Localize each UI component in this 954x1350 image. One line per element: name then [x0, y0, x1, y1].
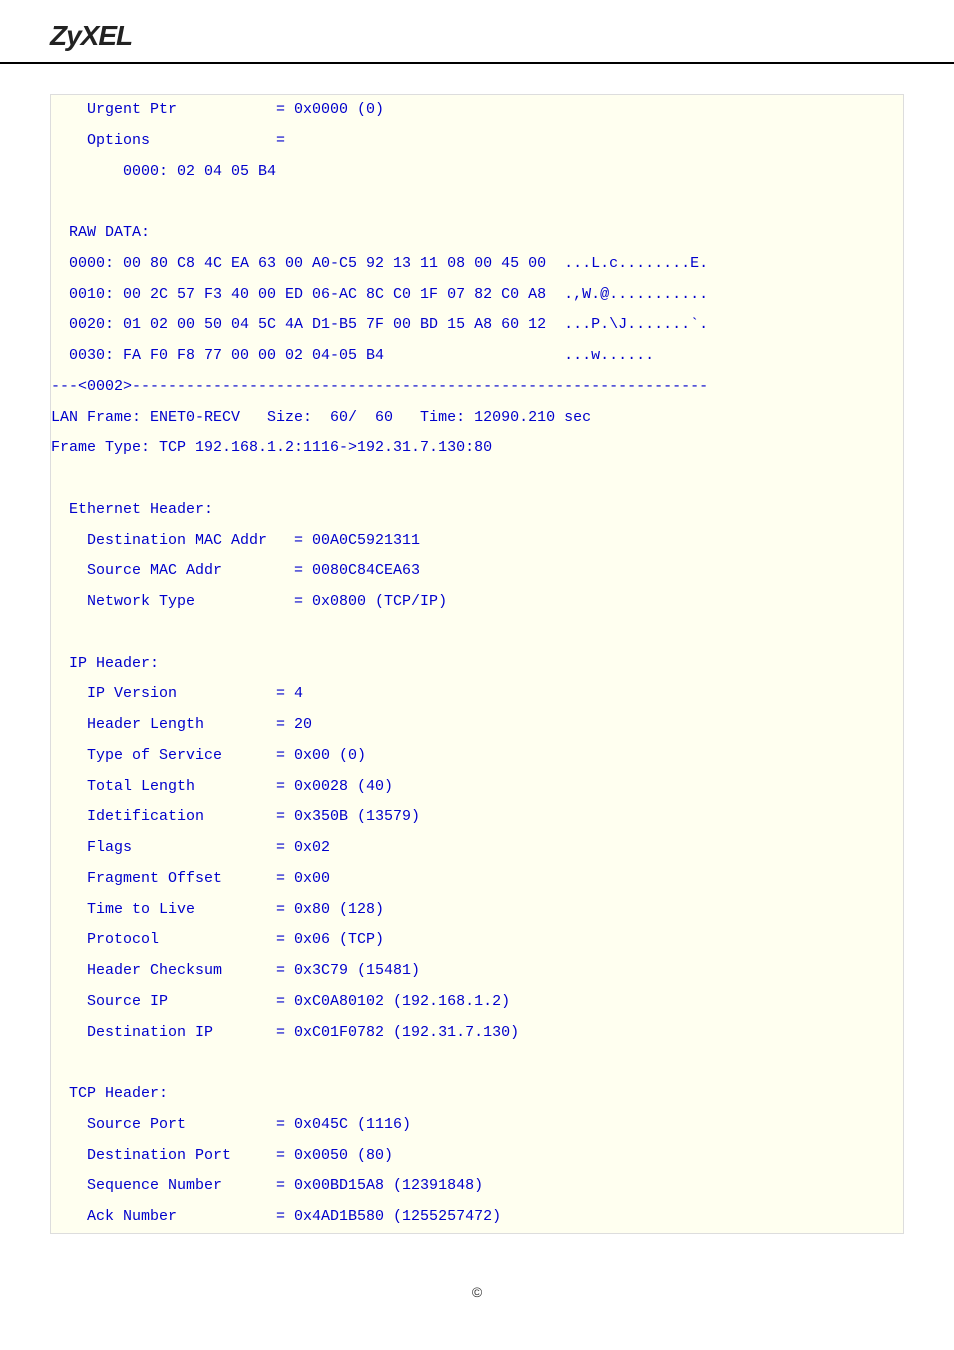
frame-type-line: Frame Type: TCP 192.168.1.2:1116->192.31… — [51, 439, 492, 456]
ip-source: Source IP = 0xC0A80102 (192.168.1.2) — [51, 993, 510, 1010]
ip-version: IP Version = 4 — [51, 685, 303, 702]
ip-destination: Destination IP = 0xC01F0782 (192.31.7.13… — [51, 1024, 519, 1041]
tcp-seq-number: Sequence Number = 0x00BD15A8 (12391848) — [51, 1177, 483, 1194]
raw-line-0010: 0010: 00 2C 57 F3 40 00 ED 06-AC 8C C0 1… — [51, 286, 708, 303]
urgent-ptr-line: Urgent Ptr = 0x0000 (0) — [51, 101, 384, 118]
tcp-ack-number: Ack Number = 0x4AD1B580 (1255257472) — [51, 1208, 501, 1225]
eth-dst-mac: Destination MAC Addr = 00A0C5921311 — [51, 532, 420, 549]
eth-src-mac: Source MAC Addr = 0080C84CEA63 — [51, 562, 420, 579]
eth-net-type: Network Type = 0x0800 (TCP/IP) — [51, 593, 447, 610]
frame-divider: ---<0002>-------------------------------… — [51, 378, 708, 395]
ip-flags: Flags = 0x02 — [51, 839, 330, 856]
tcp-dest-port: Destination Port = 0x0050 (80) — [51, 1147, 393, 1164]
raw-line-0000: 0000: 00 80 C8 4C EA 63 00 A0-C5 92 13 1… — [51, 255, 708, 272]
ip-total-length: Total Length = 0x0028 (40) — [51, 778, 393, 795]
ip-fragment-offset: Fragment Offset = 0x00 — [51, 870, 330, 887]
raw-data-header: RAW DATA: — [51, 224, 150, 241]
raw-line-0020: 0020: 01 02 00 50 04 5C 4A D1-B5 7F 00 B… — [51, 316, 708, 333]
packet-trace-box: Urgent Ptr = 0x0000 (0) Options = 0000: … — [50, 94, 904, 1234]
page-header: ZyXEL — [0, 0, 954, 64]
tcp-header-title: TCP Header: — [51, 1085, 168, 1102]
lan-frame-line: LAN Frame: ENET0-RECV Size: 60/ 60 Time:… — [51, 409, 591, 426]
ip-identification: Idetification = 0x350B (13579) — [51, 808, 420, 825]
raw-line-0030: 0030: FA F0 F8 77 00 00 02 04-05 B4 ...w… — [51, 347, 654, 364]
options-bytes-line: 0000: 02 04 05 B4 — [51, 163, 276, 180]
ethernet-header-title: Ethernet Header: — [51, 501, 213, 518]
page-footer: © — [0, 1254, 954, 1320]
copyright-symbol: © — [472, 1284, 482, 1300]
ip-checksum: Header Checksum = 0x3C79 (15481) — [51, 962, 420, 979]
ip-header-length: Header Length = 20 — [51, 716, 312, 733]
ip-header-title: IP Header: — [51, 655, 159, 672]
tcp-source-port: Source Port = 0x045C (1116) — [51, 1116, 411, 1133]
content-wrapper: Urgent Ptr = 0x0000 (0) Options = 0000: … — [0, 64, 954, 1254]
ip-tos: Type of Service = 0x00 (0) — [51, 747, 366, 764]
ip-ttl: Time to Live = 0x80 (128) — [51, 901, 384, 918]
ip-protocol: Protocol = 0x06 (TCP) — [51, 931, 384, 948]
options-line: Options = — [51, 132, 285, 149]
brand-logo: ZyXEL — [50, 20, 132, 51]
